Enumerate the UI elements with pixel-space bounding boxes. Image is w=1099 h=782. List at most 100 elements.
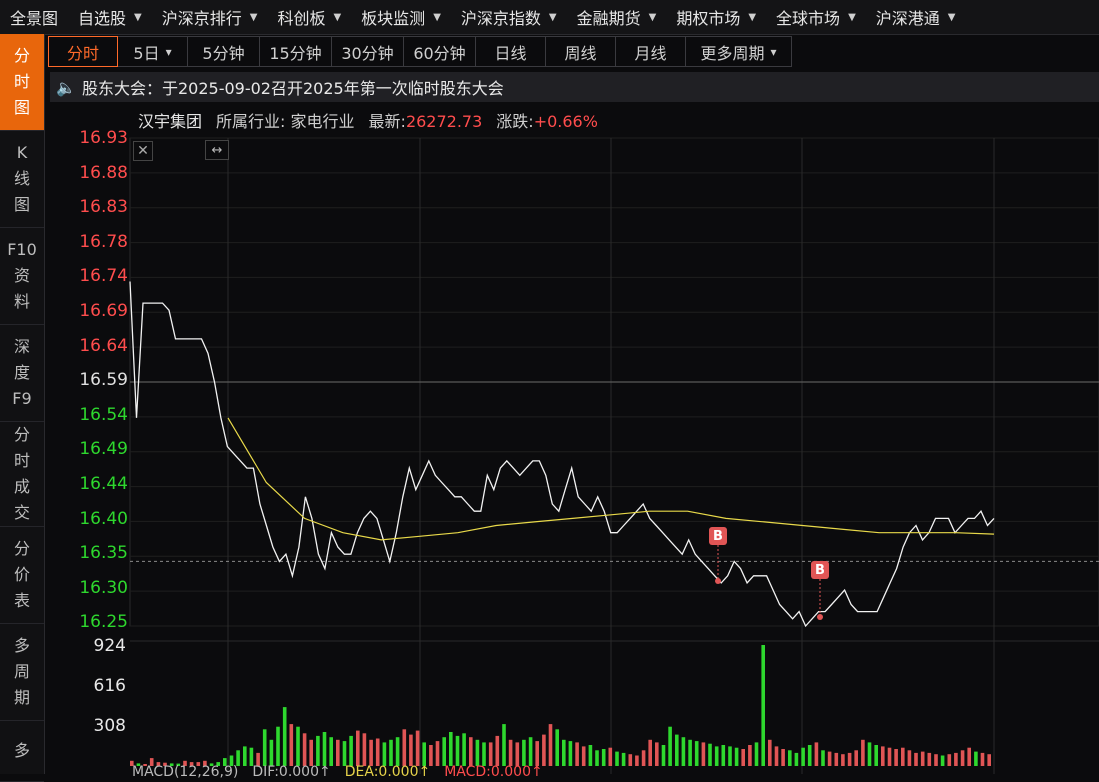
period-tab[interactable]: 5日 ▾ xyxy=(118,36,188,67)
volume-bar xyxy=(495,735,500,766)
buy-marker[interactable]: B xyxy=(811,561,829,579)
period-tab-label: 30分钟 xyxy=(341,43,394,63)
buy-marker-label: B xyxy=(713,528,723,544)
nav-item[interactable]: 沪深京指数 ▼ xyxy=(451,0,567,34)
nav-item[interactable]: 全景图 xyxy=(0,0,68,34)
period-tab[interactable]: 周线 xyxy=(546,36,616,67)
volume-bar xyxy=(967,747,971,766)
period-tab-label: 周线 xyxy=(564,43,597,63)
volume-bar xyxy=(289,724,294,766)
period-tab[interactable]: 分时 xyxy=(48,36,118,67)
volume-bar xyxy=(356,730,360,766)
close-icon[interactable]: ✕ xyxy=(133,141,153,161)
nav-item[interactable]: 沪深京排行 ▼ xyxy=(152,0,268,34)
sidebar-item[interactable]: 多 xyxy=(0,721,44,782)
volume-bar xyxy=(641,750,646,766)
price-tick-label: 16.74 xyxy=(79,266,128,287)
period-tab[interactable]: 日线 xyxy=(476,36,546,67)
price-axis: 16.93 16.88 16.83 16.78 16.74 16.69 16.64 16.59… xyxy=(44,125,128,635)
buy-marker-label: B xyxy=(815,562,825,578)
nav-item[interactable]: 金融期货 ▼ xyxy=(567,0,667,34)
announcement-bar[interactable]: 🔈 股东大会：于2025-09-02召开2025年第一次临时股东大会 xyxy=(50,72,1099,102)
volume-bar xyxy=(296,726,300,766)
volume-bar xyxy=(455,735,460,766)
volume-bar xyxy=(841,754,845,766)
price-tick-label: 16.83 xyxy=(79,197,128,218)
period-tab[interactable]: 月线 xyxy=(616,36,686,67)
sidebar-item[interactable]: 分 时 成 交 xyxy=(0,422,44,527)
industry-value: 家电行业 xyxy=(290,112,355,131)
period-tab[interactable]: 15分钟 xyxy=(260,36,332,67)
chevron-down-icon: ▼ xyxy=(748,11,757,23)
sidebar-item[interactable]: F10 资 料 xyxy=(0,228,44,325)
nav-item[interactable]: 科创板 ▼ xyxy=(267,0,351,34)
volume-bar xyxy=(302,733,307,766)
change-value: +0.66% xyxy=(533,112,598,131)
volume-bar xyxy=(349,735,353,766)
stock-info-bar: 汉宇集团 所属行业: 家电行业 最新:26272.73 涨跌:+0.66% xyxy=(138,108,598,132)
period-tabs: 分时 5日 ▾ 5分钟 15分钟 30分钟 60分钟 日线 周线 月线 更多周期 ▾ xyxy=(48,36,792,68)
nav-item[interactable]: 板块监测 ▼ xyxy=(351,0,451,34)
volume-bar xyxy=(369,739,373,766)
volume-bar xyxy=(788,750,792,766)
volume-bar xyxy=(701,742,706,766)
period-tab[interactable]: 60分钟 xyxy=(404,36,476,67)
period-tab-label: 更多周期 xyxy=(700,43,765,63)
sidebar-item[interactable]: 深 度 F9 xyxy=(0,325,44,422)
nav-item-label: 期权市场 xyxy=(676,9,741,28)
volume-tick-label: 308 xyxy=(93,716,126,736)
volume-bar xyxy=(409,734,413,766)
horizontal-resize-icon[interactable]: ↔ xyxy=(205,140,229,160)
volume-bar xyxy=(927,752,932,766)
volume-bar xyxy=(721,745,726,766)
volume-bar xyxy=(894,749,898,766)
price-tick-label: 16.93 xyxy=(79,128,128,148)
volume-bar xyxy=(974,751,978,766)
top-navigation: 全景图 自选股 ▼ 沪深京排行 ▼ 科创板 ▼ 板块监测 ▼ 沪深京指数 ▼ 金融期货 ▼ 期权市场 ▼ 全球… xyxy=(0,0,1099,35)
volume-bar xyxy=(568,741,573,766)
volume-bar xyxy=(429,745,433,766)
volume-bar xyxy=(336,739,340,766)
buy-marker-dot xyxy=(817,614,823,620)
volume-bar xyxy=(814,742,819,766)
volume-bar xyxy=(342,741,347,766)
nav-item-label: 全景图 xyxy=(10,9,59,28)
nav-item[interactable]: 自选股 ▼ xyxy=(68,0,152,34)
volume-bar xyxy=(821,750,825,766)
chevron-down-icon: ▾ xyxy=(165,44,172,59)
sidebar-item[interactable]: 多 周 期 xyxy=(0,624,44,721)
volume-bar xyxy=(608,747,613,766)
nav-item[interactable]: 期权市场 ▼ xyxy=(666,0,766,34)
volume-bar xyxy=(435,741,440,766)
sidebar-item[interactable]: 分 时 图 xyxy=(0,34,44,131)
volume-bar xyxy=(954,752,958,766)
volume-bar xyxy=(694,741,699,766)
sidebar-item[interactable]: K 线 图 xyxy=(0,131,44,228)
volume-bar xyxy=(282,707,287,766)
volume-bar xyxy=(469,737,473,766)
volume-bar xyxy=(781,749,785,766)
period-tab[interactable]: 30分钟 xyxy=(332,36,404,67)
volume-bar xyxy=(834,752,839,766)
period-tab[interactable]: 5分钟 xyxy=(188,36,260,67)
volume-bar xyxy=(382,742,387,766)
sidebar-item[interactable]: 分 价 表 xyxy=(0,527,44,624)
volume-bar xyxy=(601,749,606,766)
price-tick-label: 16.59 xyxy=(79,370,128,391)
speaker-icon: 🔈 xyxy=(56,77,76,97)
macd-value: MACD:0.000↑ xyxy=(444,764,543,780)
average-price-line xyxy=(227,417,995,541)
volume-bar xyxy=(276,726,280,766)
volume-bar xyxy=(515,742,520,766)
period-tab-label: 5分钟 xyxy=(202,43,245,63)
nav-item[interactable]: 全球市场 ▼ xyxy=(766,0,866,34)
price-tick-label: 16.69 xyxy=(79,301,128,321)
volume-bar xyxy=(588,745,593,766)
volume-bar xyxy=(768,739,772,766)
period-tab[interactable]: 更多周期 ▾ xyxy=(686,36,792,67)
volume-bar xyxy=(734,747,739,766)
price-tick-label: 16.35 xyxy=(79,543,128,564)
nav-item[interactable]: 沪深港通 ▼ xyxy=(866,0,966,34)
volume-bar xyxy=(395,737,400,766)
buy-marker[interactable]: B xyxy=(709,527,727,545)
